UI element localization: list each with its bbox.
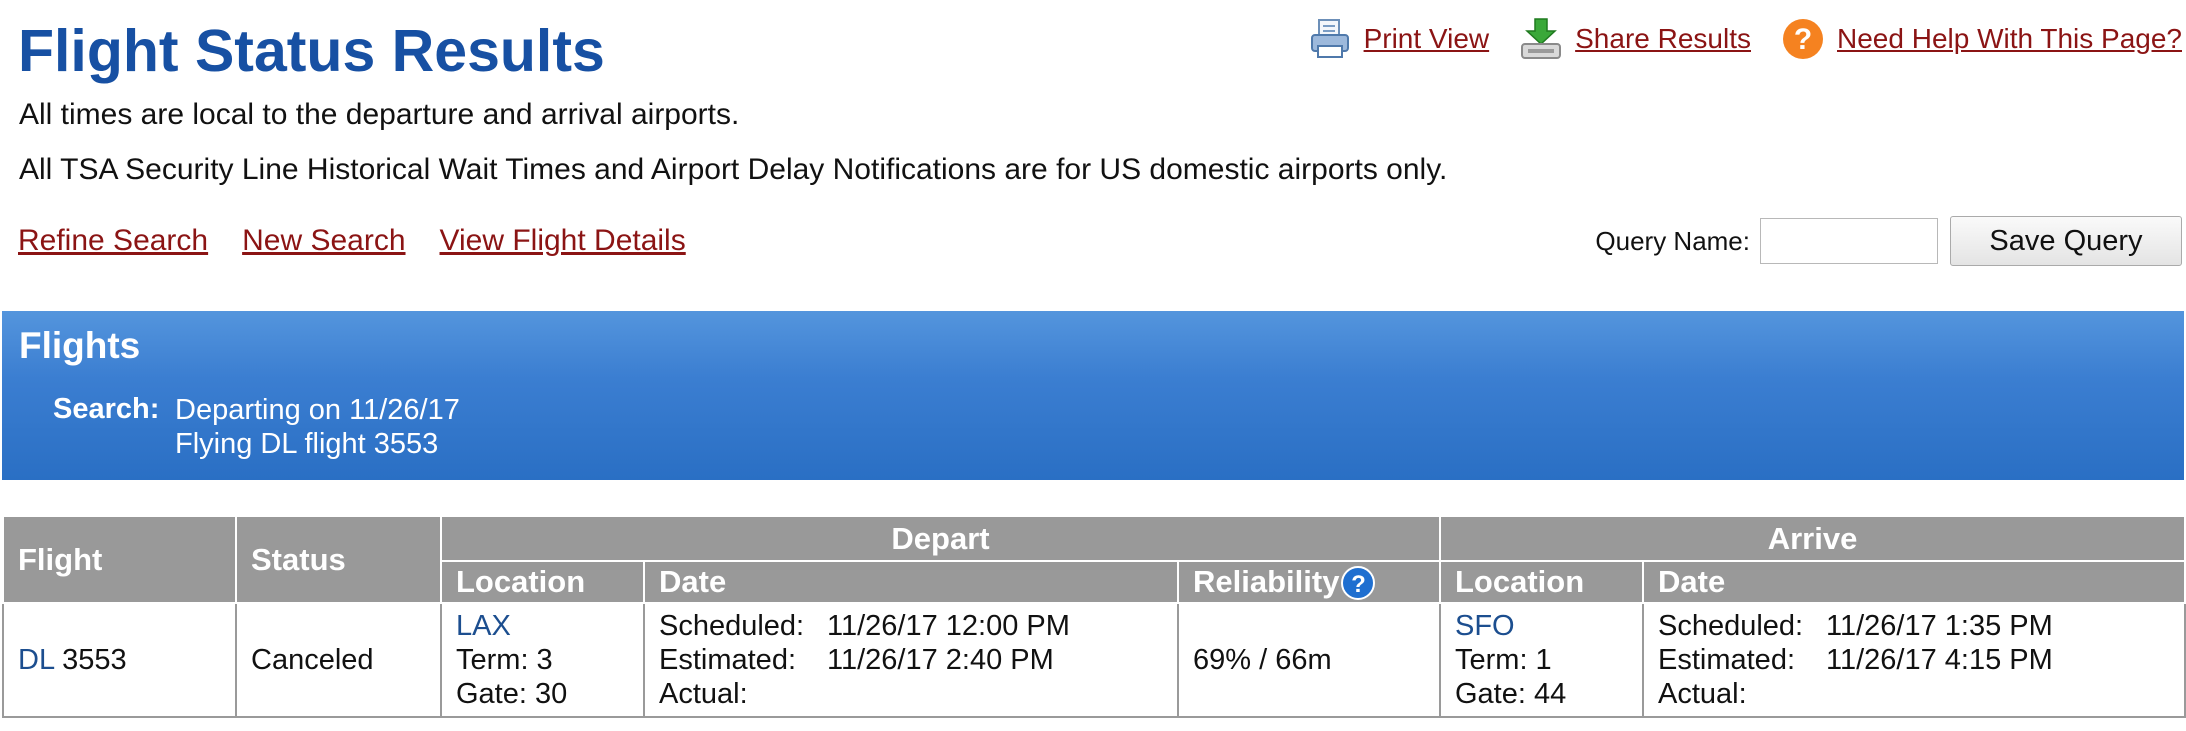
help-question-icon[interactable]: ? <box>1781 17 1825 61</box>
flights-banner: Flights Search: Departing on 11/26/17 Fl… <box>2 311 2184 480</box>
question-circle-icon[interactable]: ? <box>1341 566 1376 601</box>
arrive-airport-link[interactable]: SFO <box>1455 610 1515 642</box>
print-view-link-group[interactable]: Print View <box>1308 17 1490 61</box>
col-depart-location: Location <box>440 560 645 604</box>
printer-icon[interactable] <box>1308 17 1352 61</box>
col-reliability: Reliability? <box>1177 560 1441 604</box>
query-name-input[interactable] <box>1760 218 1938 264</box>
search-flight: Flying DL flight 3553 <box>175 428 439 460</box>
arrive-scheduled-label: Scheduled: <box>1658 610 1804 642</box>
search-links: Refine Search New Search View Flight Det… <box>18 224 720 258</box>
query-form: Query Name: Save Query <box>1595 216 2182 266</box>
depart-location-cell: LAX Term: 3 Gate: 30 <box>440 602 645 718</box>
search-label: Search: <box>53 393 160 425</box>
query-name-label: Query Name: <box>1595 225 1750 256</box>
help-link-group[interactable]: ? Need Help With This Page? <box>1781 17 2182 61</box>
depart-gate: Gate: 30 <box>456 678 568 710</box>
print-view-link[interactable]: Print View <box>1364 23 1490 55</box>
col-arrive-location: Location <box>1439 560 1644 604</box>
col-status: Status <box>235 515 442 604</box>
top-links: Print View Share Results ? Need Help Wit… <box>1278 14 2182 64</box>
col-arrive-date: Date <box>1641 560 2186 604</box>
depart-estimated-label: Estimated: <box>659 644 796 676</box>
flight-results-table: Flight Status Depart Arrive Location Dat… <box>2 515 2186 718</box>
depart-actual-label: Actual: <box>659 678 748 710</box>
depart-airport-link[interactable]: LAX <box>456 610 511 642</box>
arrive-estimated-label: Estimated: <box>1658 644 1795 676</box>
col-arrive: Arrive <box>1438 515 2186 562</box>
local-times-note: All times are local to the departure and… <box>19 98 740 131</box>
depart-date-cell: Scheduled: 11/26/17 12:00 PM Estimated: 11… <box>643 602 1179 718</box>
depart-estimated: 11/26/17 2:40 PM <box>827 644 1054 676</box>
view-flight-details-link[interactable]: View Flight Details <box>440 224 686 258</box>
arrive-actual-label: Actual: <box>1658 678 1747 710</box>
col-depart: Depart <box>440 515 1441 562</box>
depart-scheduled: 11/26/17 12:00 PM <box>827 610 1070 642</box>
share-results-link-group[interactable]: Share Results <box>1519 17 1751 61</box>
arrive-terminal: Term: 1 <box>1455 644 1552 676</box>
arrive-location-cell: SFO Term: 1 Gate: 44 <box>1439 602 1644 718</box>
table-row: DL 3553 Canceled LAX Term: 3 Gate: 30 Sc… <box>2 602 2186 718</box>
reliability-label: Reliability <box>1193 563 1340 599</box>
share-results-link[interactable]: Share Results <box>1575 23 1751 55</box>
flight-cell: DL 3553 <box>2 602 237 718</box>
save-query-button[interactable]: Save Query <box>1950 216 2182 266</box>
status-cell: Canceled <box>235 602 442 718</box>
depart-scheduled-label: Scheduled: <box>659 610 805 642</box>
refine-search-link[interactable]: Refine Search <box>18 224 208 258</box>
arrive-date-cell: Scheduled: 11/26/17 1:35 PM Estimated: 11/… <box>1641 602 2186 718</box>
arrive-scheduled: 11/26/17 1:35 PM <box>1826 610 2053 642</box>
col-flight: Flight <box>2 515 237 604</box>
col-depart-date: Date <box>643 560 1179 604</box>
reliability-cell: 69% / 66m <box>1177 602 1441 718</box>
flights-heading: Flights <box>19 325 141 366</box>
flight-number: 3553 <box>62 644 127 676</box>
new-search-link[interactable]: New Search <box>242 224 405 258</box>
svg-text:?: ? <box>1794 23 1812 56</box>
airline-link[interactable]: DL <box>18 644 54 676</box>
arrive-estimated: 11/26/17 4:15 PM <box>1826 644 2053 676</box>
search-criteria: Departing on 11/26/17 Flying DL flight 3… <box>175 393 460 461</box>
page-title: Flight Status Results <box>18 18 605 84</box>
header-row-group: Flight Status Depart Arrive <box>2 515 2186 604</box>
help-link[interactable]: Need Help With This Page? <box>1837 23 2182 55</box>
depart-terminal: Term: 3 <box>456 644 553 676</box>
download-tray-icon[interactable] <box>1519 17 1563 61</box>
tsa-note: All TSA Security Line Historical Wait Ti… <box>19 153 1448 186</box>
arrive-gate: Gate: 44 <box>1455 678 1567 710</box>
search-date: Departing on 11/26/17 <box>175 394 460 426</box>
